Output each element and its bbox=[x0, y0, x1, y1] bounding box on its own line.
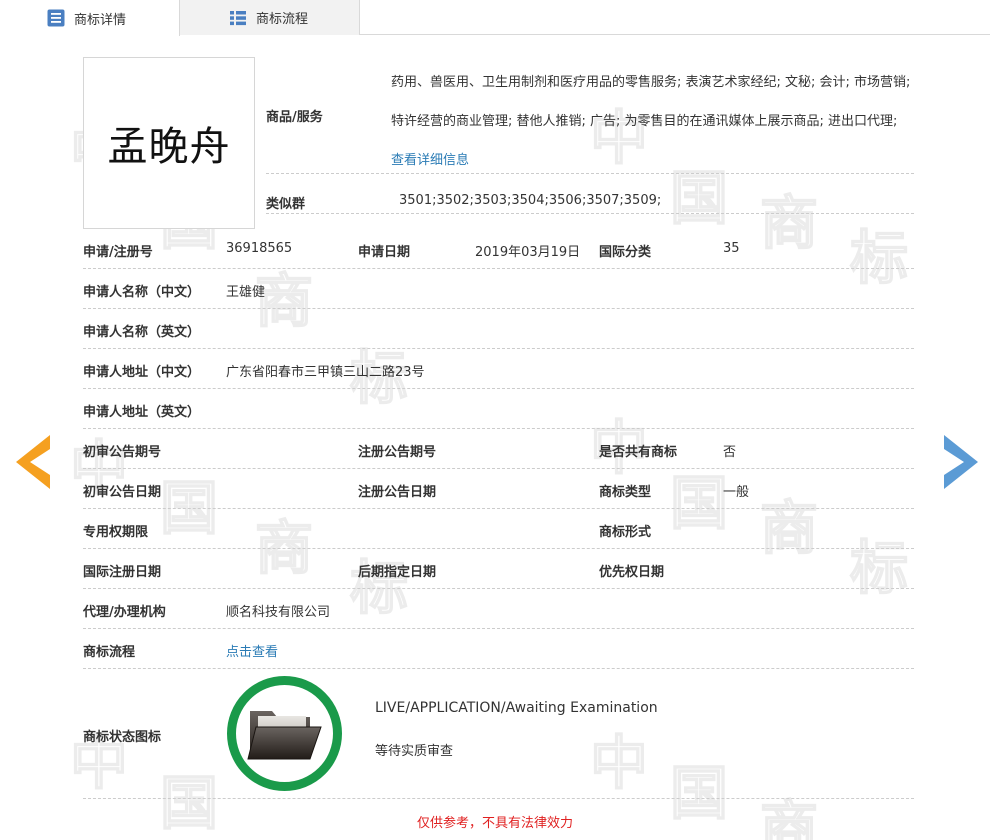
watermark-char: 中 bbox=[589, 728, 649, 798]
applicant-en-label: 申请人名称（英文） bbox=[83, 325, 201, 340]
divider bbox=[83, 388, 914, 389]
tab-trademark-flow[interactable]: 商标流程 bbox=[180, 0, 360, 35]
shared-trademark-label: 是否共有商标 bbox=[599, 445, 678, 460]
trademark-logo-text: 孟晚舟 bbox=[107, 124, 231, 170]
applicant-cn-value: 王雄健 bbox=[226, 285, 266, 300]
process-label: 商标流程 bbox=[83, 645, 136, 660]
intl-reg-date-label: 国际注册日期 bbox=[83, 565, 162, 580]
watermark-char: 商 bbox=[759, 188, 819, 258]
list-doc-icon bbox=[47, 9, 65, 27]
goods-services-label: 商品/服务 bbox=[266, 110, 323, 125]
disclaimer-note: 仅供参考，不具有法律效力 bbox=[416, 816, 573, 831]
watermark-char: 商 bbox=[759, 793, 819, 840]
watermark-char: 标 bbox=[849, 223, 909, 293]
agency-value: 顺名科技有限公司 bbox=[226, 605, 331, 620]
exclusive-period-label: 专用权期限 bbox=[83, 525, 149, 540]
status-cn-text: 等待实质审查 bbox=[375, 744, 454, 759]
prelim-pub-date-label: 初审公告日期 bbox=[83, 485, 162, 500]
divider bbox=[83, 628, 914, 629]
reg-no-label: 申请/注册号 bbox=[83, 245, 153, 260]
tab-trademark-detail[interactable]: 商标详情 bbox=[0, 0, 180, 36]
apply-date-label: 申请日期 bbox=[358, 245, 411, 260]
status-icon-label: 商标状态图标 bbox=[83, 730, 162, 745]
divider bbox=[83, 508, 914, 509]
tab-bar: 商标详情 商标流程 bbox=[0, 0, 990, 36]
priority-date-label: 优先权日期 bbox=[599, 565, 665, 580]
watermark-char: 商 bbox=[254, 513, 314, 583]
tab-label: 商标流程 bbox=[256, 12, 309, 27]
intl-class-value: 35 bbox=[723, 241, 740, 256]
status-en-text: LIVE/APPLICATION/Awaiting Examination bbox=[375, 700, 658, 716]
next-arrow-icon[interactable] bbox=[944, 435, 978, 489]
divider bbox=[83, 588, 914, 589]
view-details-link[interactable]: 查看详细信息 bbox=[391, 153, 469, 168]
prev-arrow-icon[interactable] bbox=[16, 435, 50, 489]
divider bbox=[266, 173, 914, 174]
divider bbox=[83, 468, 914, 469]
divider bbox=[266, 213, 914, 214]
shared-trademark-value: 否 bbox=[723, 445, 737, 460]
divider bbox=[83, 348, 914, 349]
watermark-char: 标 bbox=[849, 533, 909, 603]
tm-type-value: 一般 bbox=[723, 485, 750, 500]
agency-label: 代理/办理机构 bbox=[83, 605, 166, 620]
goods-services-value: 药用、兽医用、卫生用制剂和医疗用品的零售服务; 表演艺术家经纪; 文秘; 会计;… bbox=[391, 63, 914, 180]
prelim-pub-no-label: 初审公告期号 bbox=[83, 445, 162, 460]
tab-label: 商标详情 bbox=[74, 12, 127, 28]
later-designation-date-label: 后期指定日期 bbox=[358, 565, 437, 580]
divider bbox=[83, 548, 914, 549]
watermark-char: 商 bbox=[759, 493, 819, 563]
intl-class-label: 国际分类 bbox=[599, 245, 652, 260]
watermark-char: 标 bbox=[349, 553, 409, 623]
divider bbox=[83, 268, 914, 269]
address-cn-value: 广东省阳春市三甲镇三山二路23号 bbox=[226, 365, 425, 380]
tm-form-label: 商标形式 bbox=[599, 525, 652, 540]
address-en-label: 申请人地址（英文） bbox=[83, 405, 201, 420]
divider bbox=[83, 308, 914, 309]
divider bbox=[83, 668, 914, 669]
address-cn-label: 申请人地址（中文） bbox=[83, 365, 201, 380]
grid-list-icon bbox=[230, 11, 246, 26]
similar-group-value: 3501;3502;3503;3504;3506;3507;3509; bbox=[399, 193, 662, 208]
tm-type-label: 商标类型 bbox=[599, 485, 652, 500]
applicant-cn-label: 申请人名称（中文） bbox=[83, 285, 201, 300]
similar-group-label: 类似群 bbox=[266, 197, 306, 212]
divider bbox=[83, 798, 914, 799]
apply-date-value: 2019年03月19日 bbox=[475, 245, 581, 260]
divider bbox=[83, 428, 914, 429]
reg-no-value: 36918565 bbox=[226, 241, 293, 256]
view-process-link[interactable]: 点击查看 bbox=[226, 641, 278, 660]
reg-pub-no-label: 注册公告期号 bbox=[358, 445, 437, 460]
goods-services-text: 药用、兽医用、卫生用制剂和医疗用品的零售服务; 表演艺术家经纪; 文秘; 会计;… bbox=[391, 75, 911, 129]
trademark-image: 孟晚舟 bbox=[83, 57, 255, 229]
reg-pub-date-label: 注册公告日期 bbox=[358, 485, 437, 500]
watermark-char: 国 bbox=[159, 473, 219, 543]
folder-status-icon bbox=[227, 676, 342, 791]
